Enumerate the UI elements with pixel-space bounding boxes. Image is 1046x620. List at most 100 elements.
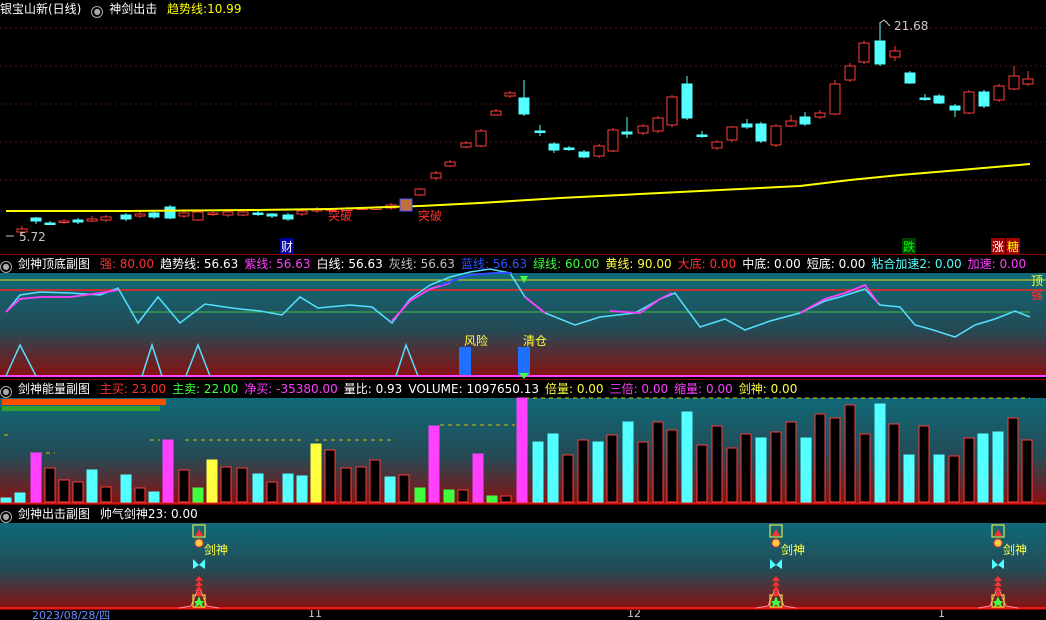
volume-bar [44, 467, 56, 503]
date-axis[interactable]: 2023/08/28/四 11 12 1 [0, 609, 1046, 620]
indicator-field: 量比: 0.93 [343, 382, 403, 396]
volume-bar [532, 441, 544, 503]
high-price-label: 21.68 [894, 19, 929, 33]
strike-header: ● 剑神出击副图 帅气剑神23: 0.00 [0, 505, 1046, 523]
indicator-field: VOLUME: 1097650.13 [408, 382, 539, 396]
volume-bar [547, 433, 559, 503]
volume-bar [30, 452, 42, 503]
volume-bar [711, 425, 723, 503]
volume-bar [696, 444, 708, 503]
badge-die: 跌 [902, 238, 917, 254]
candle-down [755, 123, 767, 142]
volume-bar [414, 487, 426, 503]
candle-up [222, 211, 234, 216]
indicator-field: 强: 80.00 [99, 257, 155, 271]
indicator-field: 短底: 0.00 [806, 257, 866, 271]
volume-bar [577, 439, 589, 503]
volume-bar [516, 397, 528, 503]
indicator-field: 白线: 56.63 [316, 257, 383, 271]
volume-bar [785, 421, 797, 503]
candle-down [164, 206, 176, 219]
indicator-field: 紫线: 56.63 [244, 257, 311, 271]
badge-tang: 糖 [1006, 238, 1021, 254]
subchart-menu-icon[interactable]: ● [0, 261, 12, 273]
breakout-signal-2: 突破 [418, 209, 443, 223]
sword-label-2: 剑神 [781, 543, 806, 557]
main-sell-bar [2, 406, 160, 411]
volume-bar [800, 437, 812, 503]
energy-header: ● 剑神能量副图 主买: 23.00 主卖: 22.00 净买: -35380.00 量… [0, 380, 1046, 398]
candle-down [266, 213, 278, 217]
volume-bar [148, 491, 160, 503]
strike-field: 帅气剑神23: 0.00 [99, 507, 198, 521]
energy-subchart[interactable]: ● 剑神能量副图 主买: 23.00 主卖: 22.00 净买: -35380.00 量… [0, 380, 1046, 504]
energy-volume-plot[interactable] [0, 380, 1046, 504]
volume-bar [740, 433, 752, 503]
indicator-field: 加速: 0.00 [967, 257, 1027, 271]
candle-up [475, 130, 487, 147]
candle-down [30, 217, 42, 222]
subchart-menu-icon[interactable]: ● [0, 511, 12, 523]
candlestick-chart[interactable] [0, 0, 1046, 254]
candle-down [681, 83, 693, 119]
stock-title: 银宝山新(日线) [0, 2, 82, 16]
volume-bar [844, 404, 856, 503]
volume-bar [236, 467, 248, 503]
volume-bar [829, 417, 841, 503]
subchart-title: 剑神出击副图 [18, 507, 91, 521]
volume-bar [606, 434, 618, 503]
candle-up [430, 172, 442, 179]
candle-down [949, 105, 961, 111]
candle-down [548, 143, 560, 151]
candle-up [711, 141, 723, 149]
candle-down [252, 212, 264, 215]
top-bottom-subchart[interactable]: ● 剑神顶底副图 强: 80.00 趋势线: 56.63 紫线: 56.63 白线: 5… [0, 255, 1046, 379]
candle-down [282, 214, 294, 220]
volume-bar [963, 437, 975, 503]
volume-bar [770, 431, 782, 503]
main-chart-pane[interactable]: 银宝山新(日线) ● 神剑出击 趋势线:10.99 21.68 5.72 突破 突… [0, 0, 1046, 254]
breakout-signal-1: 突破 [328, 209, 353, 223]
candle-down [696, 134, 708, 137]
candle-up [444, 161, 456, 167]
trend-line [6, 163, 1031, 212]
volume-bar [1007, 417, 1019, 503]
coin-icon [771, 538, 781, 548]
volume-bar [859, 433, 871, 503]
volume-bar [86, 469, 98, 503]
risk-label: 风险 [464, 334, 489, 348]
volume-bar [933, 454, 945, 503]
candle-up [889, 50, 901, 58]
top-bottom-header: ● 剑神顶底副图 强: 80.00 趋势线: 56.63 紫线: 56.63 白线: 5… [0, 255, 1046, 273]
volume-bar [220, 466, 232, 503]
volume-bar [652, 421, 664, 503]
subchart-title: 剑神顶底副图 [18, 257, 91, 271]
strike-subchart[interactable]: ● 剑神出击副图 帅气剑神23: 0.00 剑神 剑神 剑神 [0, 505, 1046, 609]
indicator-field: 灰线: 56.63 [388, 257, 455, 271]
volume-bar [355, 466, 367, 503]
subchart-menu-icon[interactable]: ● [0, 386, 12, 398]
clear-bar [518, 347, 530, 375]
candle-up [637, 125, 649, 134]
indicator-field: 主买: 23.00 [99, 382, 167, 396]
main-chart-header: 银宝山新(日线) ● 神剑出击 趋势线:10.99 [0, 0, 1046, 18]
indicator-field: 蓝线: 56.63 [460, 257, 528, 271]
badge-zhang: 涨 [991, 238, 1006, 254]
badge-cai: 财 [280, 238, 295, 254]
candle-down [874, 40, 886, 65]
breakout-candle [399, 198, 413, 212]
candle-up [607, 129, 619, 152]
candle-up [192, 211, 204, 221]
volume-bar [814, 413, 826, 503]
volume-bar [72, 481, 84, 503]
volume-bar [637, 441, 649, 503]
volume-bar [562, 454, 574, 503]
coin-icon [194, 538, 204, 548]
volume-bar [162, 439, 174, 503]
volume-bar [666, 429, 678, 503]
top-bottom-plot[interactable] [0, 255, 1046, 379]
indicator-menu-icon[interactable]: ● [91, 6, 104, 18]
candle-down [978, 91, 990, 107]
candle-up [237, 211, 249, 216]
volume-bar [457, 489, 469, 503]
